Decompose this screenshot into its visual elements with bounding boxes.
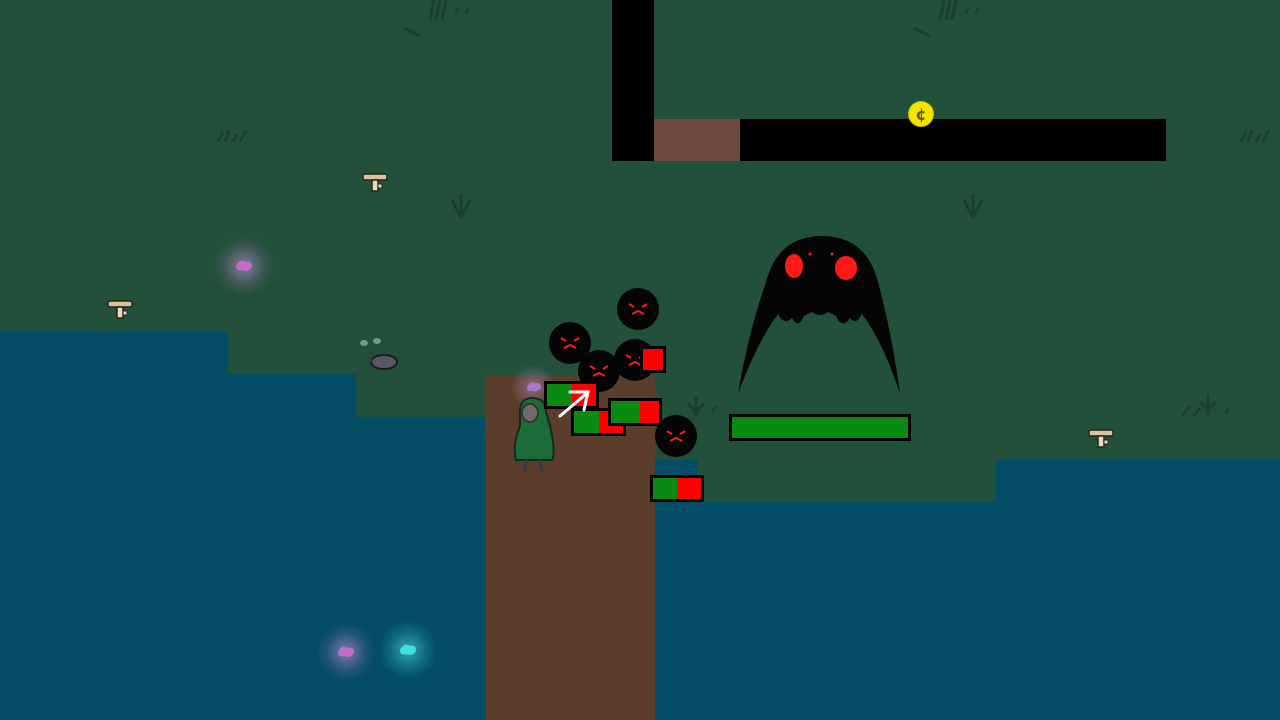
grass-tuft-icon [450,194,472,219]
boss-monster[interactable] [734,234,904,398]
minion-health-fill [643,349,653,370]
minion-health-bar [640,346,666,373]
minion-health-bar [650,475,704,502]
boss-health-bar [729,414,911,441]
wall-vertical [612,0,654,161]
mushroom-icon[interactable] [362,173,388,193]
boss-health-fill [732,417,908,438]
glow-flower-icon[interactable] [316,622,376,682]
mushroom-icon[interactable] [107,300,133,320]
game-world[interactable]: ¢ [0,0,1280,720]
dirt-path [485,375,655,720]
minion-health-fill [653,478,677,499]
wall-horizontal [740,119,1166,161]
grass-tuft-icon [962,194,984,219]
grass-tuft-icon [403,0,470,38]
mushroom-icon[interactable] [1088,429,1114,449]
minion-health-bar [608,398,662,426]
glow-flower-icon[interactable] [378,620,438,680]
door[interactable] [654,119,740,161]
grass-tuft-icon [1180,394,1230,417]
coin-icon[interactable]: ¢ [908,101,934,127]
water-area-right-step [996,460,1280,510]
grass-tuft-icon [216,129,248,143]
aim-arrow-icon [558,390,590,418]
minion-health-fill [611,401,640,423]
water-area-right [654,502,1280,720]
grass-tuft-icon [913,0,980,38]
water-area-left [0,332,228,720]
grass-tuft-icon [1239,129,1271,143]
minion-enemy[interactable] [616,287,660,331]
glow-flower-icon[interactable] [214,236,274,296]
herb-icon[interactable] [358,336,400,370]
